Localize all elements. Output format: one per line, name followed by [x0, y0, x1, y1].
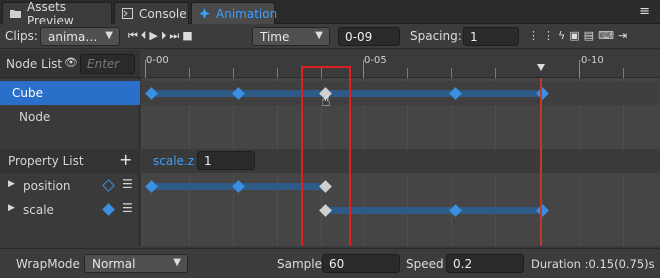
tab-label: Animation [216, 6, 278, 21]
node-list-header: Node List 👁 Enter [0, 50, 140, 78]
add-property-button[interactable]: + [119, 150, 132, 169]
tab-console[interactable]: Console [114, 2, 189, 24]
playback-controls: ⏮⏴▶⏵⏭■ [128, 29, 196, 43]
property-list-header: Property List + [0, 149, 140, 173]
list-menu-icon[interactable]: ☰ [122, 177, 133, 191]
book-icon[interactable]: ▤ [584, 29, 598, 42]
property-list-title: Property List [8, 154, 84, 168]
stop-icon[interactable]: ■ [182, 29, 195, 42]
current-time-input[interactable]: 0-09 [338, 27, 400, 46]
spacing-label: Spacing: [410, 29, 462, 43]
keyboard-icon[interactable]: ⌨ [598, 29, 618, 42]
tab-animation[interactable]: Animation [191, 2, 278, 24]
track-node [141, 105, 660, 129]
panel-tab-bar: Assets Preview Console Animation ≡ [0, 0, 660, 28]
wrapmode-value: Normal [92, 257, 136, 271]
node-search-input[interactable]: Enter [80, 54, 135, 74]
ruler-tick [363, 60, 364, 78]
toolbar-actions: ⋮⋮ϟ▣▤⌨⇥ [528, 29, 631, 42]
clips-label: Clips: [5, 29, 38, 43]
ruler-label: 0-00 [146, 55, 169, 66]
save-icon[interactable]: ▣ [569, 29, 583, 42]
ruler-tick [623, 68, 624, 78]
highlight-box [301, 66, 351, 246]
node-item-label: Node [19, 110, 51, 124]
speed-input[interactable]: 0.2 [446, 254, 524, 273]
sample-input[interactable]: 60 [322, 254, 400, 273]
ruler-tick [579, 60, 580, 78]
node-list-title: Node List [6, 57, 63, 71]
node-item-node[interactable]: Node [0, 105, 140, 129]
panel-menu-icon[interactable]: ≡ [639, 4, 650, 19]
animation-icon [199, 8, 210, 19]
exit-icon[interactable]: ⇥ [618, 29, 631, 42]
keyframe-filled-icon[interactable] [102, 203, 115, 216]
time-mode-value: Time [260, 30, 290, 44]
property-row-scale[interactable]: ▶ scale ☰ [0, 198, 140, 222]
spacing-input[interactable]: 1 [463, 27, 519, 46]
tab-label: Console [139, 6, 187, 21]
timeline-area[interactable]: 0-00 0-05 0-10 ☝ scale.z 1 [141, 50, 660, 246]
chevron-down-icon: ▼ [173, 257, 181, 268]
node-item-cube[interactable]: Cube [0, 81, 140, 105]
ruler-tick [233, 68, 234, 78]
jump-to-end-icon[interactable]: ⏭ [169, 29, 182, 42]
folder-icon [10, 8, 21, 19]
track-position [141, 174, 660, 198]
ruler-label: 0-05 [364, 55, 387, 66]
tab-assets-preview[interactable]: Assets Preview [2, 0, 112, 28]
jump-to-start-icon[interactable]: ⏮ [128, 29, 141, 42]
property-editor: scale.z 1 [141, 149, 660, 173]
property-label: scale [23, 203, 54, 217]
track-scale [141, 198, 660, 222]
play-icon[interactable]: ▶ [149, 29, 160, 42]
ruler-tick [407, 68, 408, 78]
duration-text: Duration :0.15(0.75)s [531, 257, 655, 271]
track-cube: ☝ [141, 81, 660, 110]
sample-label: Sample [277, 257, 322, 271]
wrapmode-label: WrapMode [16, 257, 80, 271]
chevron-down-icon: ▼ [105, 30, 113, 41]
property-value-input[interactable]: 1 [197, 151, 255, 170]
left-panel: Node List 👁 Enter Cube Node Property Lis… [0, 50, 140, 246]
ruler-tick [189, 68, 190, 78]
keyframe-span [326, 207, 541, 214]
ruler-tick [495, 68, 496, 78]
keyframe-outline-icon[interactable] [102, 179, 115, 192]
ruler-tick [277, 68, 278, 78]
bottom-bar: WrapMode Normal ▼ Sample 60 Speed 0.2 Du… [0, 248, 660, 278]
chevron-down-icon: ▼ [315, 30, 323, 41]
property-label: position [23, 179, 71, 193]
time-ruler[interactable]: 0-00 0-05 0-10 [141, 50, 660, 78]
node-item-label: Cube [12, 86, 43, 100]
event-icon[interactable]: ϟ [558, 29, 569, 42]
ruler-tick [145, 60, 146, 78]
property-path: scale.z [153, 154, 195, 168]
list-menu-icon[interactable]: ☰ [122, 201, 133, 215]
expand-arrow-icon[interactable]: ▶ [8, 203, 15, 213]
time-mode-select[interactable]: Time ▼ [252, 27, 330, 46]
playhead-line[interactable] [540, 78, 542, 246]
expand-arrow-icon[interactable]: ▶ [8, 179, 15, 189]
console-icon [122, 8, 133, 19]
grid-icon[interactable]: ⋮⋮ [528, 29, 558, 42]
animation-toolbar: Clips: anima… ▼ ⏮⏴▶⏵⏭■ Time ▼ 0-09 Spaci… [0, 24, 660, 49]
property-row-position[interactable]: ▶ position ☰ [0, 174, 140, 198]
ruler-tick [451, 68, 452, 78]
speed-label: Speed [406, 257, 444, 271]
clip-select[interactable]: anima… ▼ [40, 27, 120, 46]
playhead-handle[interactable] [537, 64, 545, 71]
ruler-label: 0-10 [581, 55, 604, 66]
eye-icon[interactable]: 👁 [64, 56, 78, 69]
wrapmode-select[interactable]: Normal ▼ [84, 254, 188, 273]
clip-select-value: anima… [48, 30, 98, 44]
